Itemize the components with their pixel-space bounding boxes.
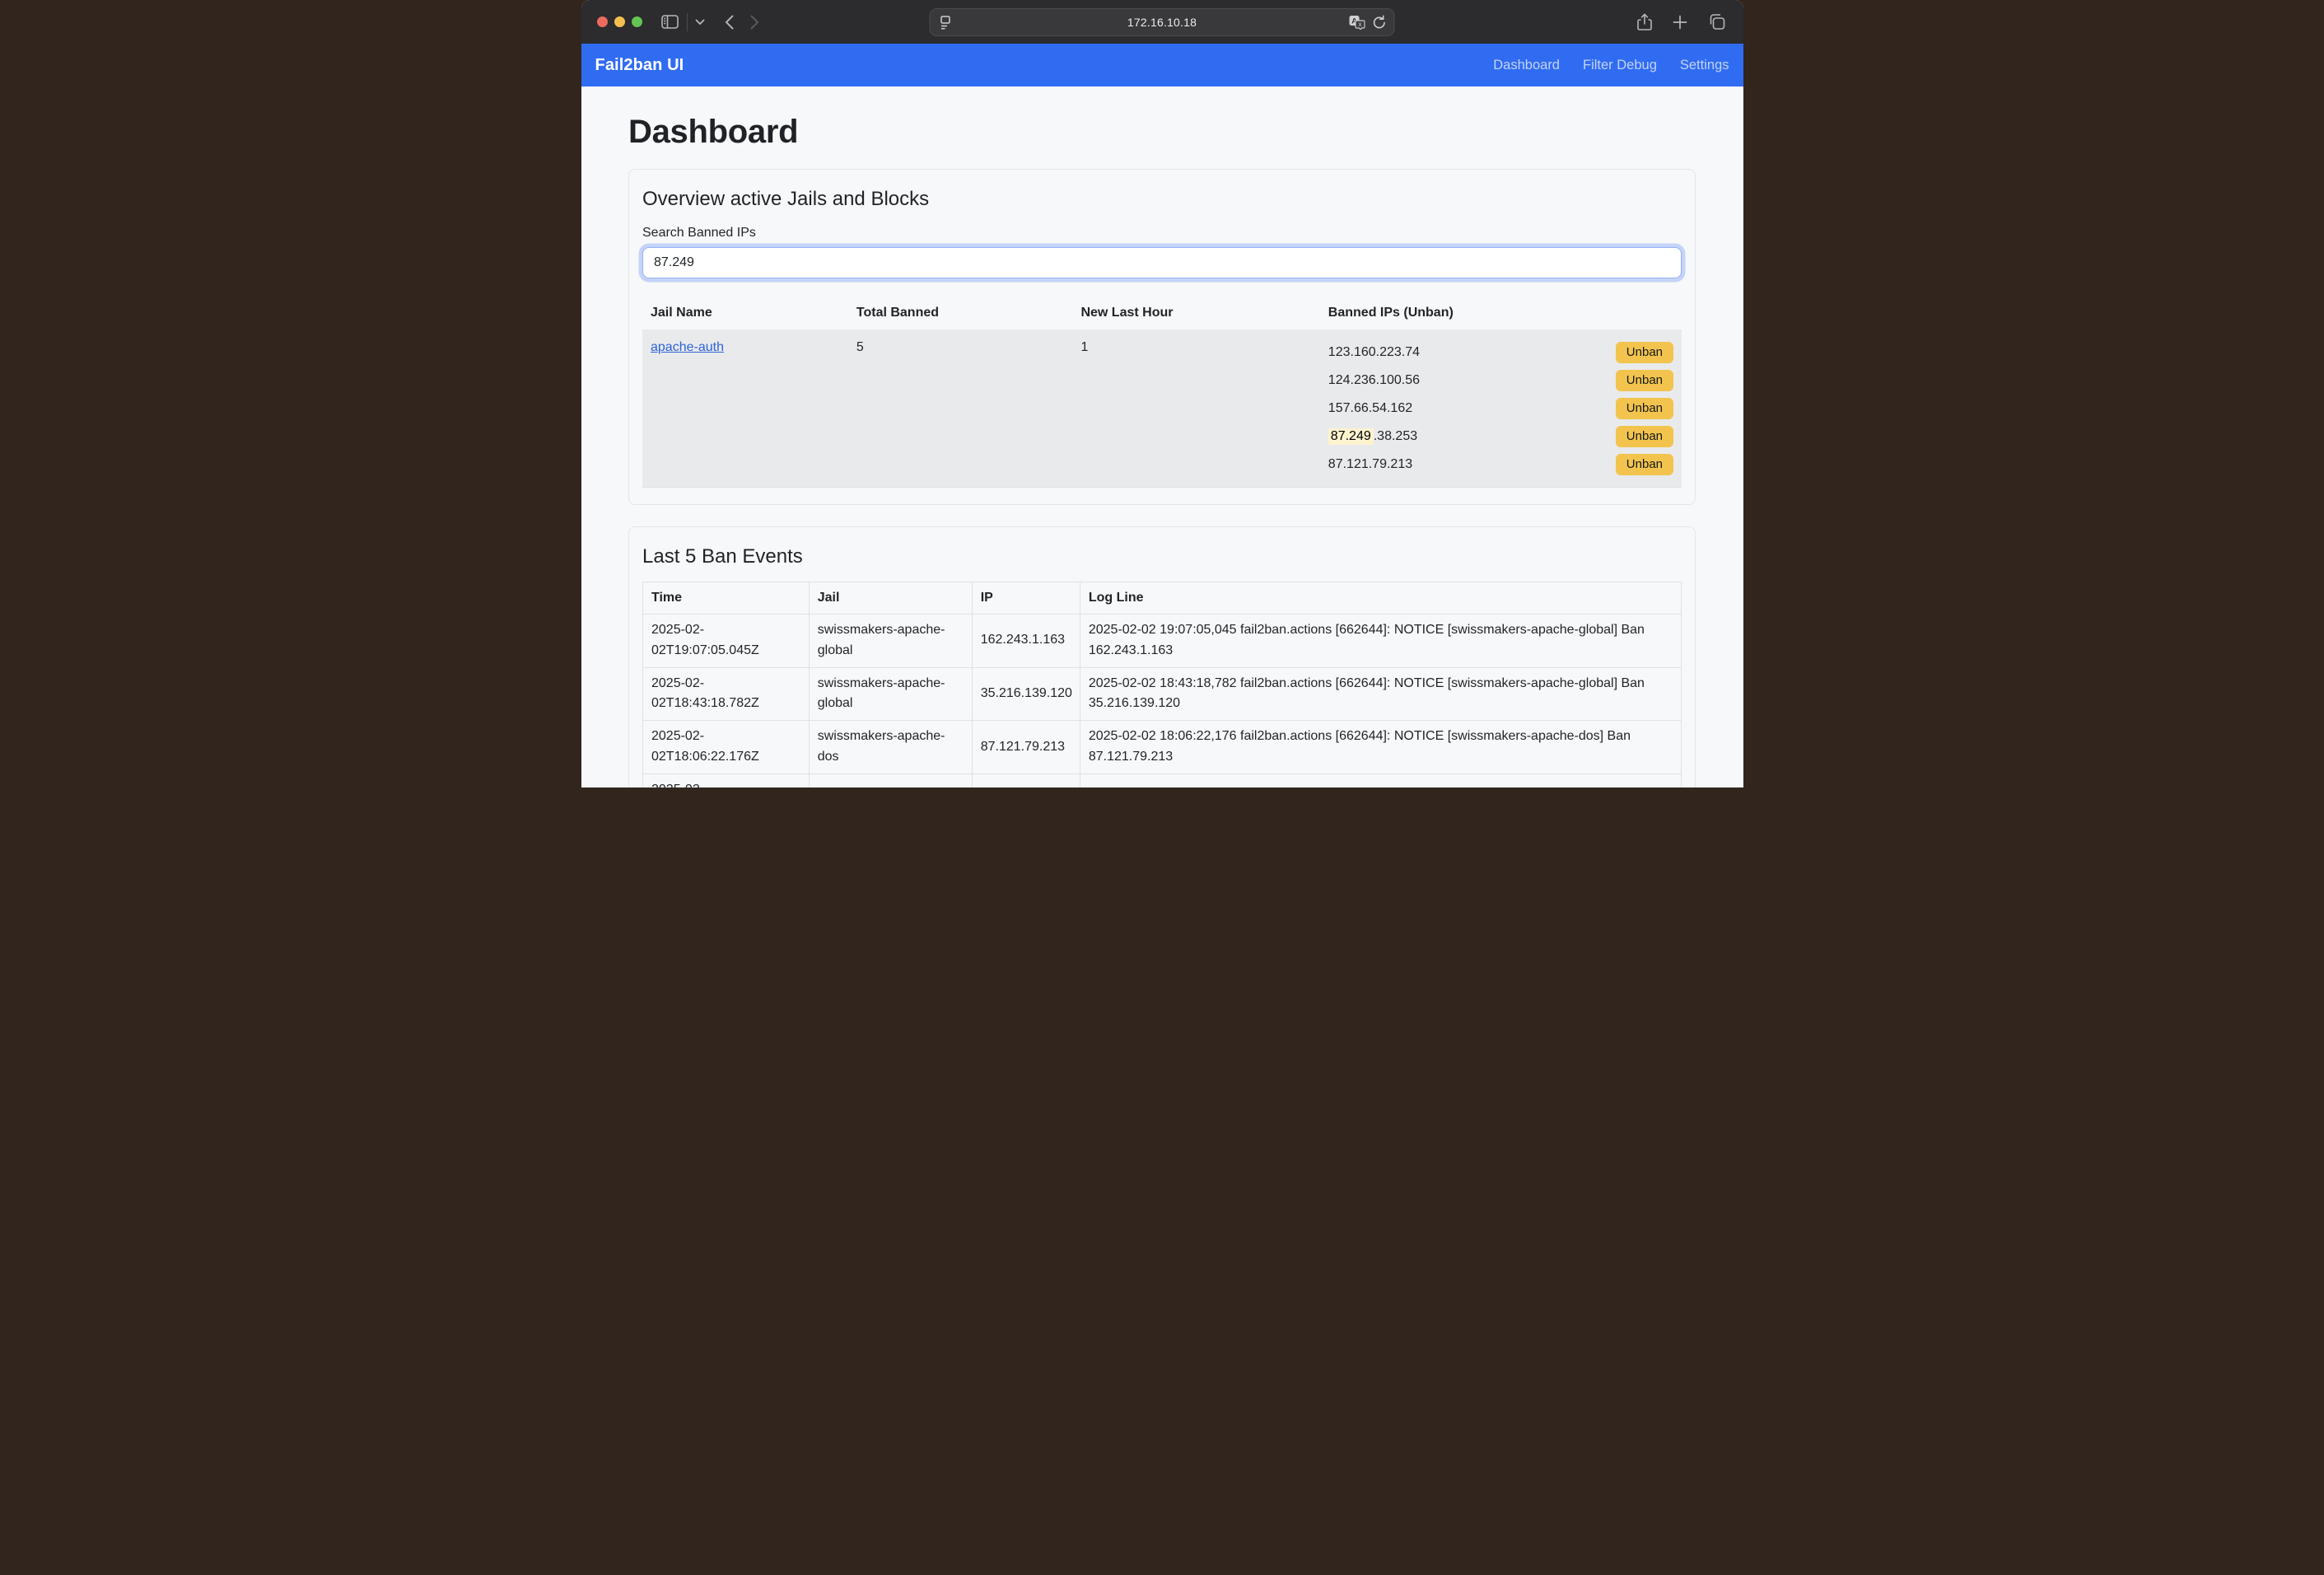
app-navbar: Fail2ban UI Dashboard Filter Debug Setti… — [581, 44, 1743, 86]
address-bar[interactable]: 172.16.10.18 A x — [930, 8, 1395, 36]
events-col-jail: Jail — [809, 582, 972, 615]
banned-ip-row: 157.66.54.162 Unban — [1328, 396, 1673, 421]
search-banned-ips-input[interactable] — [642, 247, 1682, 278]
banned-ip-text: 157.66.54.162 — [1328, 401, 1412, 416]
search-banned-ips-label: Search Banned IPs — [642, 226, 1682, 241]
unban-button[interactable]: Unban — [1616, 426, 1673, 447]
event-jail: swissmakers-apache-global — [809, 615, 972, 668]
search-match-highlight: 87.249 — [1328, 428, 1374, 445]
jail-table-body: apache-auth51123.160.223.74Unban124.236.… — [642, 330, 1682, 488]
event-ip: 162.243.1.163 — [972, 615, 1080, 668]
event-log-line: 2025-02-02 18:06:22,176 fail2ban.actions… — [1080, 721, 1681, 774]
nav-link-settings[interactable]: Settings — [1680, 58, 1729, 73]
banned-ip-text: 87.121.79.213 — [1328, 457, 1412, 472]
events-table: Time Jail IP Log Line 2025-02-02T19:07:0… — [642, 582, 1682, 788]
browser-window: 172.16.10.18 A x — [581, 0, 1743, 788]
events-table-body: 2025-02-02T19:07:05.045Zswissmakers-apac… — [643, 615, 1682, 788]
share-icon[interactable] — [1637, 13, 1652, 31]
event-log-line: 2025-02-02 18:02:04,060 fail2ban.actions… — [1080, 773, 1681, 788]
window-controls — [597, 16, 642, 27]
reload-icon[interactable] — [1373, 15, 1387, 30]
event-jail: swissmakers-apache-dos — [809, 721, 972, 774]
jails-table: Jail Name Total Banned New Last Hour Ban… — [642, 297, 1682, 488]
events-col-time: Time — [643, 582, 810, 615]
banned-ip-text: 87.249.38.253 — [1328, 429, 1417, 444]
sidebar-toggle-icon[interactable] — [661, 15, 679, 29]
url-text[interactable]: 172.16.10.18 — [931, 16, 1394, 29]
close-window-button[interactable] — [597, 16, 608, 27]
nav-link-filter-debug[interactable]: Filter Debug — [1583, 58, 1657, 73]
minimize-window-button[interactable] — [614, 16, 625, 27]
new-last-hour-value: 1 — [1072, 330, 1319, 488]
events-card-title: Last 5 Ban Events — [642, 545, 1682, 568]
event-ip: 35.216.139.120 — [972, 667, 1080, 721]
overview-card: Overview active Jails and Blocks Search … — [628, 169, 1696, 505]
event-jail: swissmakers-apache-global — [809, 667, 972, 721]
ban-event-row: 2025-02-02T18:06:22.176Zswissmakers-apac… — [643, 721, 1682, 774]
event-log-line: 2025-02-02 18:43:18,782 fail2ban.actions… — [1080, 667, 1681, 721]
jails-col-jail-name: Jail Name — [642, 297, 848, 330]
toolbar-divider — [687, 13, 688, 31]
unban-button[interactable]: Unban — [1616, 454, 1673, 475]
zoom-window-button[interactable] — [632, 16, 642, 27]
event-ip: 87.121.79.213 — [972, 773, 1080, 788]
jails-col-new-last-hour: New Last Hour — [1072, 297, 1319, 330]
events-col-log-line: Log Line — [1080, 582, 1681, 615]
banned-ip-text: 123.160.223.74 — [1328, 345, 1420, 360]
event-time: 2025-02-02T18:02:04.060Z — [643, 773, 810, 788]
nav-links: Dashboard Filter Debug Settings — [1493, 58, 1729, 73]
banned-ip-row: 124.236.100.56 Unban — [1328, 368, 1673, 393]
events-col-ip: IP — [972, 582, 1080, 615]
back-button-icon[interactable] — [725, 15, 734, 30]
ban-event-row: 2025-02-02T18:02:04.060Zapache-auth87.12… — [643, 773, 1682, 788]
unban-button[interactable]: Unban — [1616, 370, 1673, 391]
tab-overview-icon[interactable] — [1708, 14, 1725, 30]
ban-event-row: 2025-02-02T19:07:05.045Zswissmakers-apac… — [643, 615, 1682, 668]
unban-button[interactable]: Unban — [1616, 342, 1673, 363]
new-tab-icon[interactable] — [1673, 15, 1687, 30]
event-time: 2025-02-02T18:43:18.782Z — [643, 667, 810, 721]
event-log-line: 2025-02-02 19:07:05,045 fail2ban.actions… — [1080, 615, 1681, 668]
jails-col-banned-ips: Banned IPs (Unban) — [1320, 297, 1682, 330]
jail-row: apache-auth51123.160.223.74Unban124.236.… — [642, 330, 1682, 488]
banned-ip-row: 123.160.223.74 Unban — [1328, 340, 1673, 365]
app-brand: Fail2ban UI — [595, 56, 684, 75]
banned-ips-cell: 123.160.223.74Unban124.236.100.56Unban15… — [1320, 330, 1682, 488]
banned-ip-row: 87.121.79.213 Unban — [1328, 452, 1673, 477]
jails-col-total-banned: Total Banned — [848, 297, 1073, 330]
event-time: 2025-02-02T19:07:05.045Z — [643, 615, 810, 668]
overview-card-title: Overview active Jails and Blocks — [642, 188, 1682, 211]
ban-event-row: 2025-02-02T18:43:18.782Zswissmakers-apac… — [643, 667, 1682, 721]
event-ip: 87.121.79.213 — [972, 721, 1080, 774]
forward-button-icon[interactable] — [750, 15, 759, 30]
jail-name-link[interactable]: apache-auth — [651, 340, 724, 354]
page-title: Dashboard — [628, 114, 1696, 151]
nav-link-dashboard[interactable]: Dashboard — [1493, 58, 1560, 73]
total-banned-value: 5 — [848, 330, 1073, 488]
browser-titlebar: 172.16.10.18 A x — [581, 0, 1743, 44]
banned-ip-text: 124.236.100.56 — [1328, 373, 1420, 388]
unban-button[interactable]: Unban — [1616, 398, 1673, 419]
events-card: Last 5 Ban Events Time Jail IP Log Line … — [628, 526, 1696, 788]
translate-icon[interactable]: A x — [1349, 15, 1365, 30]
sidebar-chevron-down-icon[interactable] — [695, 19, 705, 26]
banned-ip-row: 87.249.38.253 Unban — [1328, 424, 1673, 449]
event-jail: apache-auth — [809, 773, 972, 788]
event-time: 2025-02-02T18:06:22.176Z — [643, 721, 810, 774]
